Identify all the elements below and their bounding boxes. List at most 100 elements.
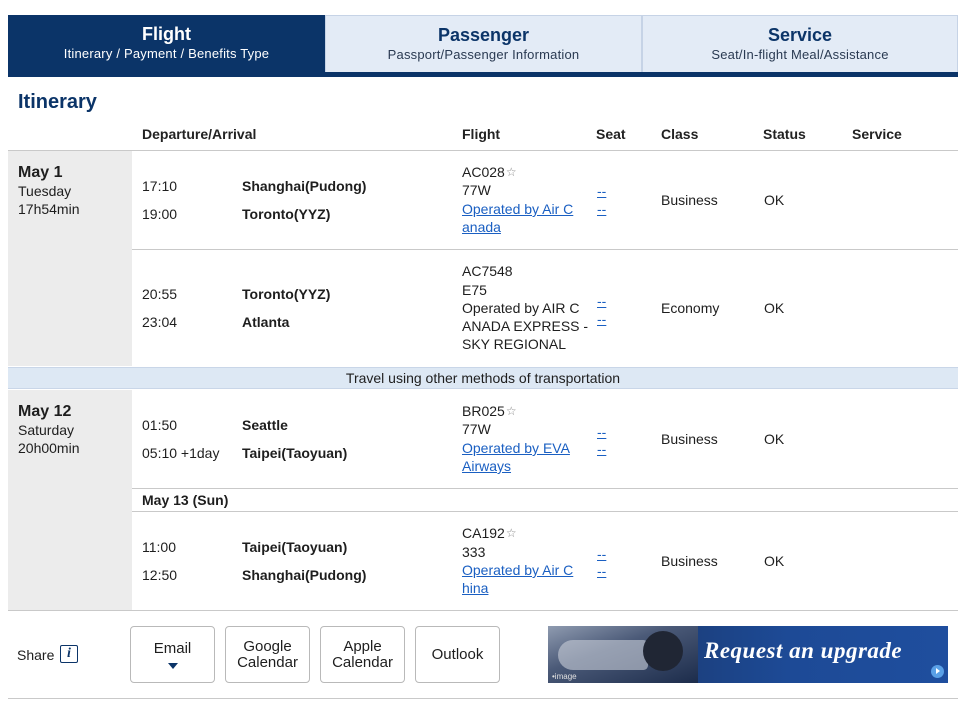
apple-calendar-label: Calendar (332, 653, 393, 671)
seat-link[interactable]: -- (597, 200, 606, 218)
outlook-button[interactable]: Outlook (415, 626, 500, 683)
arrival-airport: Atlanta (242, 314, 290, 330)
google-calendar-label: Google (243, 637, 292, 655)
departure-airport: Toronto(YYZ) (242, 286, 331, 302)
flight-number-cell: BR025☆ (462, 402, 517, 420)
departure-airport: Taipei(Taoyuan) (242, 539, 348, 555)
person-shape (643, 631, 683, 671)
seat-link[interactable]: -- (597, 562, 606, 580)
col-class: Class (661, 126, 699, 142)
flight-number: AC7548 (462, 263, 513, 279)
seat-link[interactable]: -- (597, 423, 606, 441)
apple-calendar-button[interactable]: Apple Calendar (320, 626, 405, 683)
divider (132, 488, 958, 489)
flight-number: BR025 (462, 403, 505, 419)
operated-by-text: ANADA EXPRESS - (462, 318, 589, 334)
operated-by-text: SKY REGIONAL (462, 336, 567, 352)
email-button[interactable]: Email (130, 626, 215, 683)
transport-note: Travel using other methods of transporta… (8, 367, 958, 389)
tab-service[interactable]: Service Seat/In-flight Meal/Assistance (642, 15, 958, 72)
operated-by-link[interactable]: Airways (462, 457, 511, 475)
apple-calendar-label: Apple (343, 637, 382, 655)
trip-weekday: Saturday (18, 422, 75, 438)
tab-passenger-title: Passenger (437, 25, 530, 45)
operated-by-link[interactable]: hina (462, 579, 488, 597)
col-service: Service (852, 126, 902, 142)
flight-number-cell: AC028☆ (462, 163, 517, 181)
departure-time: 17:10 (142, 178, 178, 194)
operated-by-link[interactable]: Operated by EVA (462, 439, 570, 457)
departure-time: 20:55 (142, 286, 178, 302)
arrival-airport: Taipei(Taoyuan) (242, 445, 348, 461)
tab-passenger-subtitle: Passport/Passenger Information (387, 47, 580, 62)
arrival-time: 23:04 (142, 314, 178, 330)
aircraft-type: E75 (462, 282, 487, 298)
seat-link[interactable]: -- (597, 545, 606, 563)
col-seat: Seat (596, 126, 626, 142)
booking-status: OK (764, 192, 785, 208)
info-icon[interactable]: i (60, 645, 78, 663)
aircraft-type: 333 (462, 544, 486, 560)
col-departure-arrival: Departure/Arrival (142, 126, 257, 142)
tab-flight-subtitle: Itinerary / Payment / Benefits Type (63, 46, 270, 61)
share-label: Share (17, 647, 55, 663)
trip-weekday: Tuesday (18, 183, 72, 199)
cabin-class: Business (661, 553, 718, 569)
google-calendar-label: Calendar (237, 653, 298, 671)
step-tabs: Flight Itinerary / Payment / Benefits Ty… (8, 15, 958, 77)
trip-date-cell: May 1 Tuesday 17h54min (8, 151, 132, 366)
flight-number: AC028 (462, 164, 505, 180)
arrival-time: 12:50 (142, 567, 178, 583)
flight-number-cell: CA192☆ (462, 524, 517, 542)
section-title: Itinerary (18, 91, 97, 113)
upgrade-text: Request an upgrade (704, 638, 903, 663)
trip-duration: 17h54min (18, 201, 80, 217)
booking-status: OK (764, 553, 785, 569)
email-button-label: Email (153, 639, 192, 657)
divider (132, 511, 958, 512)
divider (8, 698, 958, 699)
image-caption: •image (552, 672, 577, 681)
departure-airport: Shanghai(Pudong) (242, 178, 367, 194)
tab-passenger[interactable]: Passenger Passport/Passenger Information (325, 15, 642, 72)
divider (8, 610, 958, 611)
star-icon: ☆ (505, 165, 517, 179)
cabin-class: Business (661, 192, 718, 208)
arrival-time: 19:00 (142, 206, 178, 222)
arrival-time: 05:10 +1day (142, 445, 220, 461)
departure-airport: Seattle (242, 417, 288, 433)
seat-link[interactable]: -- (597, 440, 606, 458)
tab-service-title: Service (767, 25, 833, 45)
aircraft-type: 77W (462, 182, 491, 198)
cabin-class: Economy (661, 300, 720, 316)
star-icon: ☆ (505, 404, 517, 418)
operated-by-link[interactable]: Operated by Air C (462, 200, 573, 218)
outlook-label: Outlook (431, 645, 484, 663)
booking-status: OK (764, 300, 785, 316)
cabin-class: Business (661, 431, 718, 447)
operated-by-text: Operated by AIR C (462, 300, 580, 316)
google-calendar-button[interactable]: Google Calendar (225, 626, 310, 683)
operated-by-link[interactable]: Operated by Air C (462, 561, 573, 579)
col-flight: Flight (462, 126, 501, 142)
star-icon: ☆ (505, 526, 517, 540)
seat-link[interactable]: -- (597, 292, 606, 310)
caret-down-icon (167, 662, 178, 669)
divider (8, 150, 958, 151)
arrow-right-icon (931, 665, 944, 678)
seat-link[interactable]: -- (597, 310, 606, 328)
seat-link[interactable]: -- (597, 182, 606, 200)
tab-flight[interactable]: Flight Itinerary / Payment / Benefits Ty… (8, 15, 325, 72)
connection-date: May 13 (Sun) (142, 492, 229, 508)
trip-date-cell: May 12 Saturday 20h00min (8, 390, 132, 610)
arrival-airport: Toronto(YYZ) (242, 206, 331, 222)
aircraft-type: 77W (462, 421, 491, 437)
trip-date: May 12 (18, 403, 72, 420)
seat-shape (558, 640, 648, 670)
col-status: Status (763, 126, 806, 142)
request-upgrade-banner[interactable]: Request an upgrade •image (548, 626, 948, 683)
operated-by-link[interactable]: anada (462, 218, 501, 236)
flight-number: CA192 (462, 525, 505, 541)
divider (132, 249, 958, 250)
trip-duration: 20h00min (18, 440, 80, 456)
